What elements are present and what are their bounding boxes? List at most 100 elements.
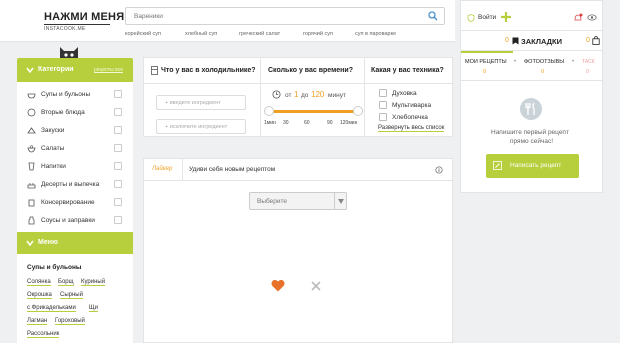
- tab-third-count: 0: [586, 69, 590, 75]
- category-item[interactable]: Соусы и заправки: [17, 212, 133, 229]
- soup-icon: [27, 93, 36, 99]
- sauce-icon: [28, 216, 35, 225]
- tech-checkbox[interactable]: [379, 113, 387, 121]
- category-checkbox[interactable]: [114, 108, 122, 116]
- category-select[interactable]: Выберите: [249, 192, 347, 210]
- category-item[interactable]: Десерты и выпечка: [17, 176, 133, 193]
- category-item[interactable]: Консервирование: [17, 194, 133, 211]
- category-item[interactable]: Напитки: [17, 158, 133, 175]
- site-logo-sub: INSTACOOK.ME: [44, 24, 110, 32]
- plus-icon[interactable]: [501, 12, 511, 22]
- time-tick: 1мин: [264, 120, 276, 126]
- tab-third[interactable]: ТАСК: [582, 59, 595, 65]
- empty-text-line2: прямо сейчас!: [510, 138, 554, 145]
- filters-panel: Что у вас в холодильнике? + введите ингр…: [143, 57, 453, 137]
- user-panel: Войти 0 ЗАКЛАДКИ 0 МОИ РЕЦЕПТЫ 0 • ФОТОО…: [460, 0, 603, 193]
- time-to-value: 120: [311, 90, 325, 99]
- menu-link[interactable]: Щи: [89, 305, 98, 312]
- main-dish-icon: [27, 108, 36, 117]
- drinks-icon: [28, 162, 35, 171]
- search-tag[interactable]: хлебный суп: [185, 31, 217, 37]
- chevron-down-icon: [26, 240, 34, 247]
- salad-icon: [27, 145, 36, 153]
- fridge-icon: [151, 66, 158, 75]
- write-recipe-button[interactable]: Написать рецепт: [486, 154, 579, 178]
- menu-link[interactable]: Рассольник: [27, 331, 60, 338]
- category-item[interactable]: Закуски: [17, 122, 133, 139]
- liker-tabbar: Лайкер Удиви себя новым рецептом: [144, 159, 452, 181]
- time-unit: минут: [328, 92, 346, 99]
- tech-checkbox[interactable]: [379, 89, 387, 97]
- category-item[interactable]: Вторые блюда: [17, 104, 133, 121]
- notification-icon[interactable]: [573, 13, 583, 22]
- time-tick: 30: [283, 120, 289, 126]
- time-slider-track[interactable]: [268, 110, 358, 113]
- search-box: [125, 7, 445, 25]
- category-checkbox[interactable]: [114, 90, 122, 98]
- tech-checkbox[interactable]: [379, 101, 387, 109]
- time-tick: 120мин: [340, 120, 358, 126]
- bookmark-icon: [512, 37, 519, 45]
- time-from-label: от: [285, 92, 292, 99]
- menu-link[interactable]: Сырный: [60, 292, 83, 299]
- category-item[interactable]: Салаты: [17, 140, 133, 157]
- search-tag[interactable]: горячий суп: [303, 31, 333, 37]
- login-link[interactable]: Войти: [478, 14, 496, 21]
- menu-link[interactable]: Лагман: [27, 318, 48, 325]
- category-checkbox[interactable]: [114, 126, 122, 134]
- tab-my-recipes[interactable]: МОИ РЕЦЕПТЫ: [465, 59, 507, 65]
- menu-link[interactable]: Солянка: [27, 279, 51, 286]
- category-item[interactable]: Супы и бульоны: [17, 86, 133, 103]
- menu-header[interactable]: Меню: [17, 232, 133, 254]
- chevron-down-icon: [26, 67, 34, 74]
- cutlery-icon: [520, 98, 542, 120]
- category-label: Десерты и выпечка: [41, 181, 100, 188]
- time-slider-min-handle[interactable]: [264, 106, 274, 116]
- divider: [182, 159, 183, 181]
- tech-title: Какая у вас техника?: [371, 67, 444, 74]
- search-tag[interactable]: суп в пароварке: [355, 31, 396, 37]
- menu-list: Супы и бульоны Солянка Борщ Куриный Окро…: [17, 254, 133, 343]
- bag-count: 0: [586, 37, 590, 44]
- search-icon[interactable]: [428, 11, 438, 21]
- categories-all-link[interactable]: рецепты все: [94, 67, 123, 73]
- liker-tab[interactable]: Лайкер: [152, 166, 172, 172]
- dessert-icon: [27, 183, 36, 189]
- category-checkbox[interactable]: [114, 180, 122, 188]
- heart-icon[interactable]: [271, 279, 285, 292]
- menu-link[interactable]: Борщ: [58, 279, 74, 286]
- search-tag[interactable]: корейский суп: [125, 31, 161, 37]
- pencil-icon: [493, 161, 502, 170]
- clock-icon: [272, 90, 281, 99]
- search-tag[interactable]: греческий салат: [239, 31, 280, 37]
- tech-label: Духовка: [392, 90, 417, 97]
- active-tab-indicator: [461, 51, 513, 53]
- header: НАЖМИ МЕНЯ INSTACOOK.ME корейский суп хл…: [0, 0, 455, 42]
- menu-link[interactable]: Окрошка: [27, 292, 52, 299]
- ingredient-include-input[interactable]: + введите ингредиент: [156, 95, 246, 110]
- tech-expand-link[interactable]: Развернуть весь список: [378, 125, 445, 132]
- search-input[interactable]: [126, 8, 416, 24]
- category-label: Вторые блюда: [41, 109, 85, 116]
- categories-header[interactable]: Категории рецепты все: [17, 58, 133, 82]
- info-icon[interactable]: [435, 166, 443, 174]
- menu-link[interactable]: с Фрикадельками: [27, 305, 76, 312]
- bookmarks-label[interactable]: ЗАКЛАДКИ: [521, 37, 562, 46]
- time-slider-max-handle[interactable]: [353, 106, 363, 116]
- jar-icon: [28, 199, 35, 207]
- tab-photo-reviews[interactable]: ФОТООТЗЫВЫ: [524, 59, 564, 65]
- menu-link[interactable]: Гороховый: [55, 318, 85, 325]
- time-title: Сколько у вас времени?: [268, 67, 353, 74]
- category-checkbox[interactable]: [114, 144, 122, 152]
- close-icon[interactable]: [311, 281, 321, 291]
- ingredient-exclude-input[interactable]: + исключите ингредиент: [156, 119, 246, 134]
- category-checkbox[interactable]: [114, 216, 122, 224]
- category-checkbox[interactable]: [114, 162, 122, 170]
- site-logo[interactable]: НАЖМИ МЕНЯ: [44, 11, 124, 23]
- eye-icon[interactable]: [587, 13, 597, 22]
- menu-link[interactable]: Куриный: [81, 279, 106, 286]
- category-label: Супы и бульоны: [41, 91, 91, 98]
- tech-label: Хлебопечка: [392, 114, 428, 121]
- category-checkbox[interactable]: [114, 198, 122, 206]
- bag-icon[interactable]: [592, 36, 600, 45]
